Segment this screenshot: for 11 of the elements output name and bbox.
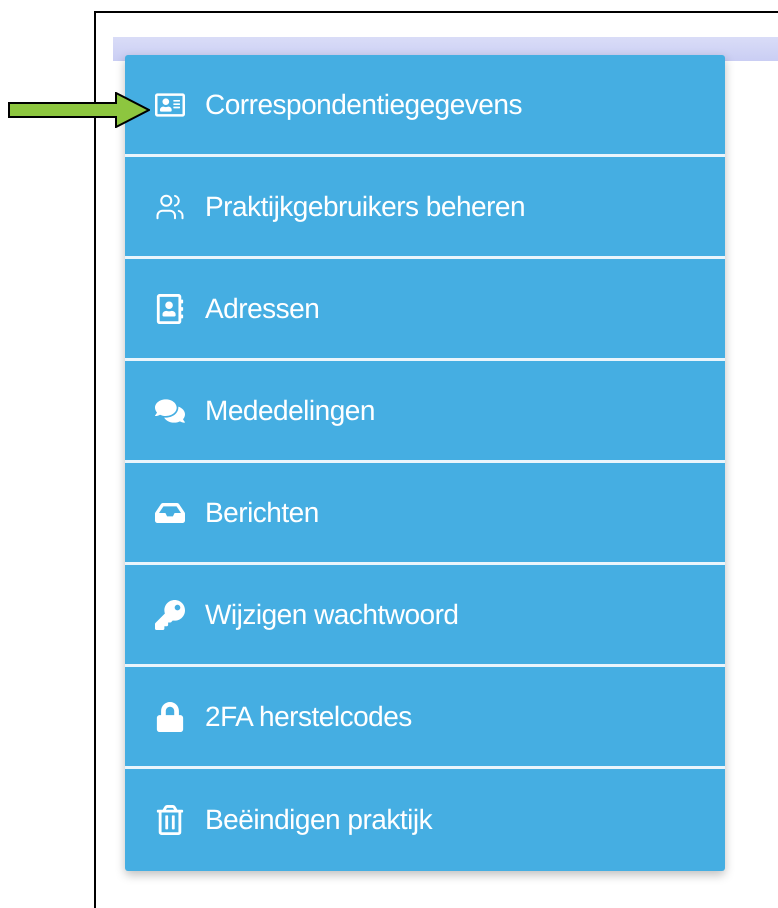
menu-item[interactable]: Mededelingen — [125, 361, 725, 463]
trash-icon — [155, 805, 185, 835]
key-icon — [155, 600, 185, 630]
lock-icon — [155, 702, 185, 732]
menu-item[interactable]: Praktijkgebruikers beheren — [125, 157, 725, 259]
menu-item[interactable]: Berichten — [125, 463, 725, 565]
menu-item[interactable]: 2FA herstelcodes — [125, 667, 725, 769]
address-book-icon — [155, 294, 185, 324]
menu-item[interactable]: Wijzigen wachtwoord — [125, 565, 725, 667]
menu-item[interactable]: Beëindigen praktijk — [125, 769, 725, 871]
menu-item[interactable]: Adressen — [125, 259, 725, 361]
